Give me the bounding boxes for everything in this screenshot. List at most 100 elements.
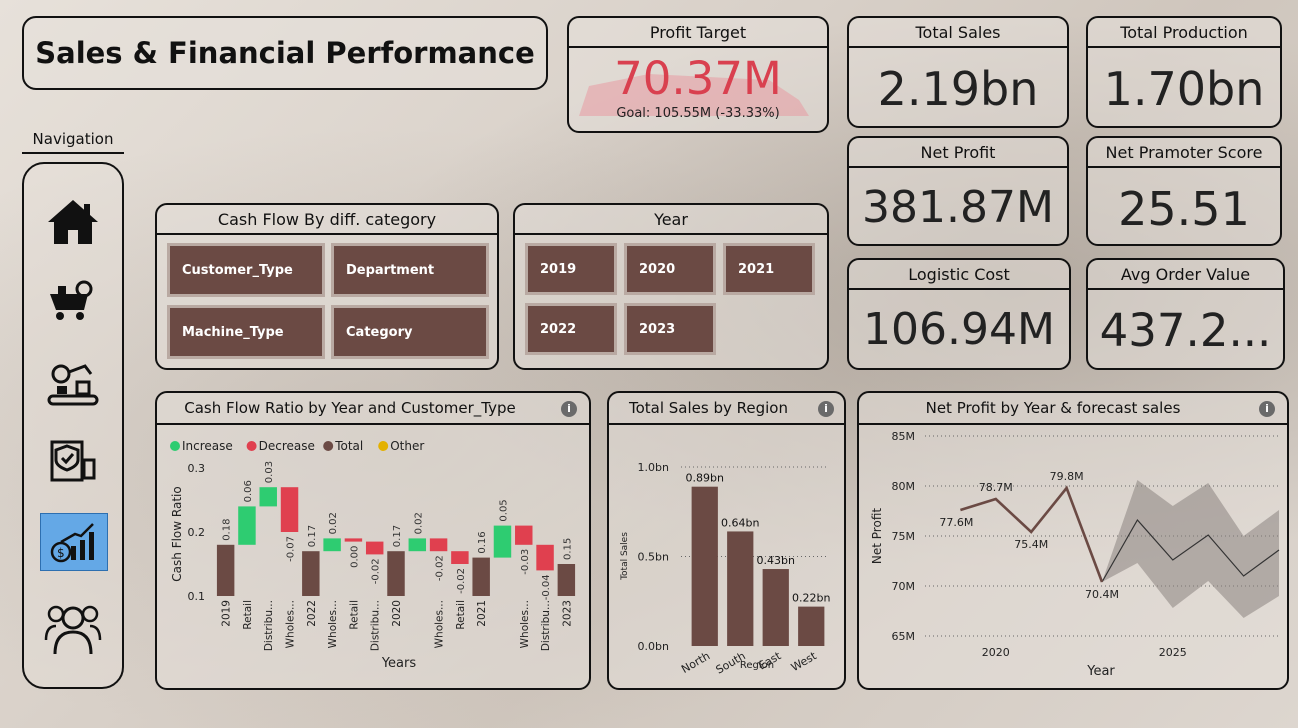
total-sales-title: Total Sales <box>849 18 1067 48</box>
factory-conveyor-icon[interactable] <box>24 362 122 408</box>
waterfall-data-label: -0.04 <box>541 574 552 600</box>
home-icon[interactable] <box>24 198 122 246</box>
financial-chart-icon[interactable]: $ <box>41 518 107 564</box>
x-tick-label: North <box>679 649 712 676</box>
waterfall-data-label: -0.07 <box>286 536 297 562</box>
legend-marker-increase <box>170 441 180 451</box>
net-profit-line-chart: 65M 70M 75M 80M 85M 2020 2025 Net Profit Year 77.… <box>870 430 1280 679</box>
waterfall-data-label: 0.00 <box>349 546 360 568</box>
x-tick-label: West <box>789 649 820 674</box>
x-tick-label: Retail <box>348 600 360 630</box>
region-bar <box>727 531 754 646</box>
nps-value: 25.51 <box>1118 182 1250 236</box>
waterfall-data-label: 0.15 <box>562 538 573 560</box>
title-card: Sales & Financial Performance <box>22 16 548 90</box>
waterfall-data-label: 0.16 <box>477 531 488 553</box>
y-axis-label: Total Sales <box>620 532 630 581</box>
profit-target-value: 70.37M <box>614 52 782 105</box>
nav-active-highlight[interactable]: $ <box>40 513 108 571</box>
x-tick-label: Distribu... <box>370 600 382 651</box>
waterfall-data-label: 0.17 <box>392 525 403 547</box>
waterfall-data-label: 0.06 <box>243 480 254 502</box>
forecast-confidence-band <box>1102 480 1279 618</box>
legend-marker-other <box>378 441 389 451</box>
x-tick-label: 2019 <box>221 600 233 627</box>
waterfall-bar <box>515 525 533 545</box>
legend-marker-total <box>323 441 334 451</box>
logistic-cost-card: Logistic Cost 106.94M <box>847 258 1071 370</box>
bar-data-label: 0.89bn <box>686 472 724 485</box>
navigation-panel: $ <box>22 162 124 689</box>
bar-data-label: 0.64bn <box>721 516 759 529</box>
aov-title: Avg Order Value <box>1088 260 1283 290</box>
x-tick-label: Retail <box>242 600 254 630</box>
info-icon[interactable]: i <box>818 401 834 417</box>
x-tick-label: Wholes... <box>285 600 297 648</box>
x-tick-label: Distribu... <box>263 600 275 651</box>
waterfall-data-label: -0.02 <box>371 558 382 584</box>
region-chart-top-divider <box>609 423 844 425</box>
net-profit-value: 381.87M <box>862 182 1054 233</box>
sales-by-region-chart-title: Total Sales by Region <box>628 399 788 417</box>
info-icon[interactable]: i <box>561 401 577 417</box>
waterfall-data-label: -0.02 <box>456 568 467 594</box>
total-production-card: Total Production 1.70bn <box>1086 16 1282 128</box>
y-tick-label: 80M <box>892 480 916 493</box>
x-tick-label: South <box>714 649 748 676</box>
net-profit-forecast-chart-title: Net Profit by Year & forecast sales <box>925 399 1181 417</box>
info-icon[interactable]: i <box>1259 401 1275 417</box>
x-tick-label: 2020 <box>982 646 1010 659</box>
page-title: Sales & Financial Performance <box>35 36 535 70</box>
navigation-label: Navigation <box>32 130 114 148</box>
waterfall-bar <box>493 525 512 558</box>
x-tick-label: Distribu... <box>540 600 552 651</box>
waterfall-data-label: -0.02 <box>435 555 446 581</box>
logistic-cost-value: 106.94M <box>863 304 1055 355</box>
x-tick-label: 2023 <box>561 600 573 627</box>
category-button-machine-type[interactable]: Machine_Type <box>167 305 325 359</box>
year-button-2019[interactable]: 2019 <box>525 243 617 295</box>
bar-data-label: 0.22bn <box>792 592 830 605</box>
total-sales-value: 2.19bn <box>877 62 1039 116</box>
category-button-customer-type[interactable]: Customer_Type <box>167 243 325 297</box>
y-tick-label: 0.0bn <box>638 640 669 653</box>
net-profit-title: Net Profit <box>849 138 1067 168</box>
total-sales-card: Total Sales 2.19bn <box>847 16 1069 128</box>
cashflow-category-title: Cash Flow By diff. category <box>157 205 497 235</box>
year-button-2022[interactable]: 2022 <box>525 303 617 355</box>
y-tick-label: 0.2 <box>188 526 206 539</box>
line-data-label: 79.8M <box>1050 470 1084 483</box>
nps-card: Net Pramoter Score 25.51 <box>1086 136 1282 246</box>
y-axis-label: Cash Flow Ratio <box>170 486 184 581</box>
cashflow-chart-top-divider <box>157 423 589 425</box>
y-tick-label: 85M <box>892 430 916 443</box>
people-group-icon[interactable] <box>24 600 122 656</box>
waterfall-data-label: 0.02 <box>328 512 339 534</box>
waterfall-bar <box>408 538 427 552</box>
category-button-department[interactable]: Department <box>331 243 489 297</box>
y-tick-label: 75M <box>892 530 916 543</box>
waterfall-bar <box>302 551 320 596</box>
category-button-category[interactable]: Category <box>331 305 489 359</box>
bar-data-label: 0.43bn <box>757 554 795 567</box>
svg-text:$: $ <box>57 546 65 560</box>
x-tick-label: Wholes... <box>519 600 531 648</box>
x-axis-label: Year <box>1086 664 1115 679</box>
x-tick-label: 2022 <box>306 600 318 627</box>
region-bar <box>798 606 825 646</box>
year-button-2021[interactable]: 2021 <box>723 243 815 295</box>
logistic-cost-title: Logistic Cost <box>849 260 1069 290</box>
line-data-label: 78.7M <box>979 481 1013 494</box>
cashflow-ratio-chart-card: Cash Flow Ratio by Year and Customer_Typ… <box>155 391 591 690</box>
x-tick-label: Wholes... <box>434 600 446 648</box>
security-report-icon[interactable] <box>24 434 122 484</box>
year-button-2020[interactable]: 2020 <box>624 243 716 295</box>
x-tick-label: Wholes... <box>327 600 339 648</box>
production-cart-icon[interactable] <box>24 280 122 322</box>
total-production-value: 1.70bn <box>1103 62 1265 116</box>
waterfall-bar <box>280 487 299 532</box>
waterfall-bar <box>451 551 469 564</box>
year-button-2023[interactable]: 2023 <box>624 303 716 355</box>
y-tick-label: 65M <box>892 630 916 643</box>
net-profit-forecast-chart-card: Net Profit by Year & forecast sales i 65… <box>857 391 1289 690</box>
